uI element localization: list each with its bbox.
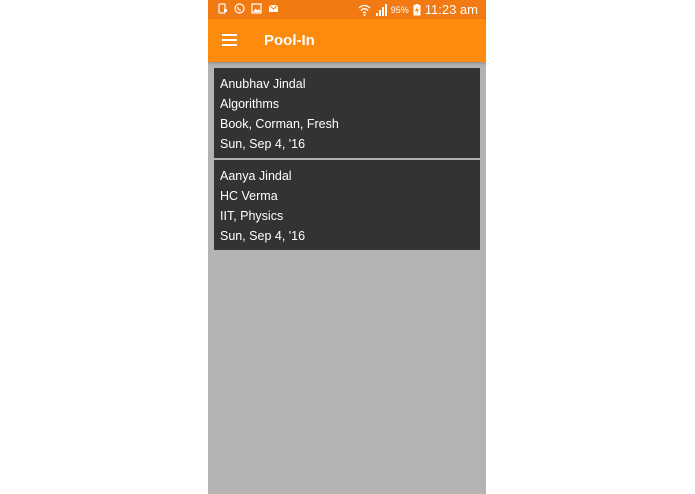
status-bar: 95% 11:23 am bbox=[208, 0, 486, 19]
hamburger-menu-icon[interactable] bbox=[222, 33, 238, 47]
phone-screen: 95% 11:23 am Pool-In Anubhav Jindal Algo… bbox=[208, 0, 486, 494]
list-item[interactable]: Aanya Jindal HC Verma IIT, Physics Sun, … bbox=[214, 160, 480, 250]
item-book-title: Algorithms bbox=[220, 97, 280, 111]
wifi-icon bbox=[358, 4, 371, 16]
app-bar: Pool-In bbox=[208, 19, 486, 62]
status-bar-notifications bbox=[217, 3, 279, 14]
battery-percent: 95% bbox=[390, 4, 409, 15]
status-time: 11:23 am bbox=[424, 2, 478, 17]
signal-icon bbox=[375, 3, 387, 16]
status-bar-system: 95% 11:23 am bbox=[358, 2, 478, 17]
book-list: Anubhav Jindal Algorithms Book, Corman, … bbox=[214, 68, 480, 252]
item-owner-name: Aanya Jindal bbox=[220, 169, 292, 183]
item-tags: Book, Corman, Fresh bbox=[220, 117, 339, 131]
notification-icon bbox=[218, 3, 227, 14]
app-title: Pool-In bbox=[264, 32, 315, 49]
item-date: Sun, Sep 4, '16 bbox=[220, 229, 306, 243]
item-date: Sun, Sep 4, '16 bbox=[220, 137, 306, 151]
item-tags: IIT, Physics bbox=[220, 209, 284, 223]
item-owner-name: Anubhav Jindal bbox=[220, 77, 306, 91]
list-item[interactable]: Anubhav Jindal Algorithms Book, Corman, … bbox=[214, 68, 480, 158]
gallery-icon bbox=[251, 3, 262, 14]
item-book-title: HC Verma bbox=[220, 189, 278, 203]
whatsapp-icon bbox=[234, 3, 245, 14]
battery-charging-icon bbox=[413, 3, 421, 15]
email-icon bbox=[268, 4, 279, 12]
